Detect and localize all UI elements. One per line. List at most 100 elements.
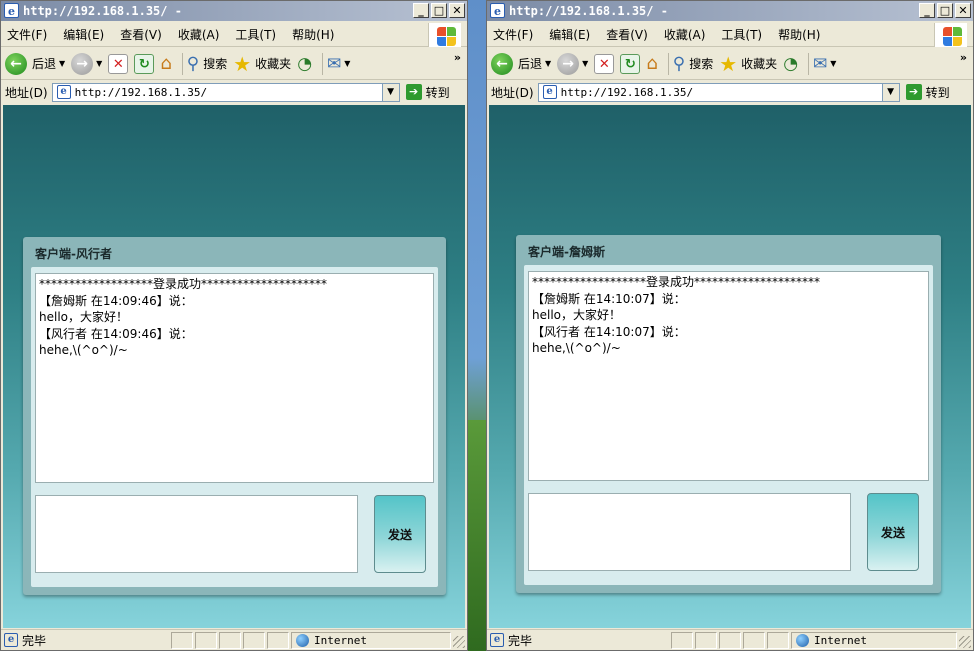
mail-button[interactable]: ✉ ▼: [327, 54, 350, 74]
chat-panel: 客户端-詹姆斯 *******************登录成功*********…: [516, 235, 941, 593]
status-cell: [695, 632, 717, 649]
menu-view[interactable]: 查看(V): [606, 26, 648, 43]
menu-favorites[interactable]: 收藏(A): [664, 26, 706, 43]
status-cell: [743, 632, 765, 649]
home-button[interactable]: ⌂: [160, 53, 171, 74]
go-button[interactable]: ➔ 转到: [405, 84, 450, 101]
ie-icon: e: [490, 3, 505, 18]
address-url: http://192.168.1.35/: [560, 85, 694, 99]
message-input[interactable]: [528, 493, 851, 571]
toolbar-overflow-icon[interactable]: »: [454, 51, 461, 64]
go-button[interactable]: ➔ 转到: [905, 84, 950, 101]
status-cell: [719, 632, 741, 649]
search-label: 搜索: [203, 57, 228, 71]
status-cell: [219, 632, 241, 649]
toolbar-overflow-icon[interactable]: »: [960, 51, 967, 64]
toolbar-separator: [322, 52, 324, 75]
message-input[interactable]: [35, 495, 358, 573]
go-label: 转到: [925, 85, 950, 100]
menu-bar: 文件(F) 编辑(E) 查看(V) 收藏(A) 工具(T) 帮助(H): [1, 23, 467, 47]
chevron-down-icon[interactable]: ▼: [830, 59, 836, 68]
title-bar[interactable]: e http://192.168.1.35/ - _ □ ✕: [487, 1, 973, 21]
status-cell: [195, 632, 217, 649]
menu-favorites[interactable]: 收藏(A): [178, 26, 220, 43]
page-icon: e: [56, 85, 71, 99]
resize-grip[interactable]: [959, 636, 971, 648]
menu-edit[interactable]: 编辑(E): [549, 26, 590, 43]
menu-tools[interactable]: 工具(T): [235, 26, 276, 43]
minimize-button[interactable]: _: [413, 3, 429, 18]
favorites-button[interactable]: ★ 收藏夹: [719, 52, 777, 76]
menu-help[interactable]: 帮助(H): [778, 26, 820, 43]
refresh-button[interactable]: ↻: [620, 53, 641, 74]
status-cell: [267, 632, 289, 649]
window-title: http://192.168.1.35/ -: [509, 4, 668, 18]
address-bar: 地址(D) e http://192.168.1.35/ ▼ ➔ 转到: [487, 81, 973, 103]
menu-file[interactable]: 文件(F): [7, 26, 47, 43]
chat-line: hello，大家好！: [532, 308, 621, 322]
chevron-down-icon[interactable]: ▼: [344, 59, 350, 68]
panel-body: *******************登录成功*****************…: [31, 267, 438, 587]
toolbar-separator: [808, 52, 810, 75]
title-bar[interactable]: e http://192.168.1.35/ - _ □ ✕: [1, 1, 467, 21]
chat-log[interactable]: *******************登录成功*****************…: [528, 271, 929, 481]
browser-window-right: e http://192.168.1.35/ - _ □ ✕ 文件(F) 编辑(…: [486, 0, 974, 651]
close-button[interactable]: ✕: [449, 3, 465, 18]
chevron-down-icon[interactable]: ▼: [96, 59, 102, 68]
chat-panel: 客户端-风行者 *******************登录成功*********…: [23, 237, 446, 595]
address-label: 地址(D): [5, 85, 48, 100]
chevron-down-icon[interactable]: ▼: [881, 83, 899, 101]
address-input[interactable]: e http://192.168.1.35/ ▼: [537, 82, 900, 102]
back-label: 后退: [518, 57, 543, 71]
menu-bar: 文件(F) 编辑(E) 查看(V) 收藏(A) 工具(T) 帮助(H): [487, 23, 973, 47]
status-bar: e 完毕 Internet: [1, 629, 467, 650]
menu-file[interactable]: 文件(F): [493, 26, 533, 43]
status-cell: [767, 632, 789, 649]
search-button[interactable]: ⚲ 搜索: [187, 54, 227, 74]
refresh-icon: ↻: [134, 53, 155, 74]
back-button[interactable]: ← 后退 ▼: [491, 52, 551, 75]
send-button[interactable]: 发送: [867, 493, 919, 571]
maximize-button[interactable]: □: [937, 3, 953, 18]
stop-button[interactable]: ✕: [108, 53, 129, 74]
back-label: 后退: [32, 57, 57, 71]
address-bar: 地址(D) e http://192.168.1.35/ ▼ ➔ 转到: [1, 81, 467, 103]
resize-grip[interactable]: [453, 636, 465, 648]
menu-help[interactable]: 帮助(H): [292, 26, 334, 43]
send-button[interactable]: 发送: [374, 495, 426, 573]
forward-button[interactable]: → ▼: [71, 52, 102, 75]
chevron-down-icon[interactable]: ▼: [59, 59, 65, 68]
favorites-button[interactable]: ★ 收藏夹: [233, 52, 291, 76]
menu-tools[interactable]: 工具(T): [721, 26, 762, 43]
chat-line: 【风行者 在14:10:07】说：: [532, 324, 686, 339]
forward-icon: →: [71, 52, 94, 75]
address-input[interactable]: e http://192.168.1.35/ ▼: [51, 82, 400, 102]
windows-logo-icon: [428, 23, 461, 47]
security-zone: Internet: [791, 632, 957, 649]
close-button[interactable]: ✕: [955, 3, 971, 18]
back-button[interactable]: ← 后退 ▼: [5, 52, 65, 75]
history-button[interactable]: ◔: [783, 54, 798, 74]
menu-edit[interactable]: 编辑(E): [63, 26, 104, 43]
search-label: 搜索: [689, 57, 714, 71]
page-done-icon: e: [4, 633, 18, 647]
minimize-button[interactable]: _: [919, 3, 935, 18]
menu-view[interactable]: 查看(V): [120, 26, 162, 43]
chevron-down-icon[interactable]: ▼: [582, 59, 588, 68]
chevron-down-icon[interactable]: ▼: [545, 59, 551, 68]
chevron-down-icon[interactable]: ▼: [381, 83, 399, 101]
forward-button[interactable]: → ▼: [557, 52, 588, 75]
history-icon: ◔: [783, 53, 799, 74]
mail-button[interactable]: ✉ ▼: [813, 54, 836, 74]
toolbar-separator: [667, 52, 669, 75]
chat-line: hello，大家好！: [39, 310, 128, 324]
maximize-button[interactable]: □: [431, 3, 447, 18]
history-icon: ◔: [297, 53, 313, 74]
history-button[interactable]: ◔: [297, 54, 312, 74]
stop-button[interactable]: ✕: [594, 53, 615, 74]
home-button[interactable]: ⌂: [646, 53, 657, 74]
refresh-button[interactable]: ↻: [134, 53, 155, 74]
search-button[interactable]: ⚲ 搜索: [673, 54, 713, 74]
mail-icon: ✉: [813, 53, 828, 74]
chat-log[interactable]: *******************登录成功*****************…: [35, 273, 434, 483]
